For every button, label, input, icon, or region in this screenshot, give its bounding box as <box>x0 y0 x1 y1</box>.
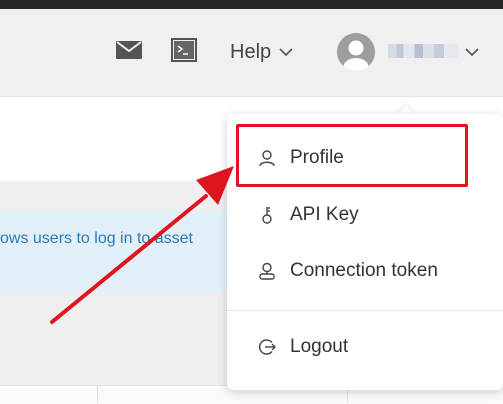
key-icon <box>262 207 272 224</box>
mail-icon[interactable] <box>116 41 142 59</box>
help-menu[interactable]: Help <box>230 38 293 66</box>
avatar-silhouette-icon <box>343 40 369 71</box>
table-column-divider <box>97 385 98 403</box>
token-icon <box>259 262 275 280</box>
banner-text: ows users to log in to asset <box>0 230 193 247</box>
chevron-down-icon[interactable] <box>465 47 479 57</box>
chevron-down-icon <box>279 48 293 57</box>
menu-item-label: API Key <box>290 204 359 225</box>
logout-icon <box>258 339 276 355</box>
menu-item-api-key[interactable]: API Key <box>227 193 503 237</box>
menu-item-label: Connection token <box>290 260 438 281</box>
menu-item-logout[interactable]: Logout <box>227 325 503 369</box>
menu-divider <box>227 310 503 311</box>
help-label: Help <box>230 40 272 63</box>
menu-item-connection-token[interactable]: Connection token <box>227 249 503 293</box>
user-avatar[interactable] <box>337 33 375 71</box>
top-bar <box>0 0 503 9</box>
menu-item-label: Logout <box>290 336 349 357</box>
username-blurred[interactable] <box>388 44 458 58</box>
annotation-highlight-box <box>236 124 468 187</box>
terminal-icon[interactable] <box>171 38 197 62</box>
